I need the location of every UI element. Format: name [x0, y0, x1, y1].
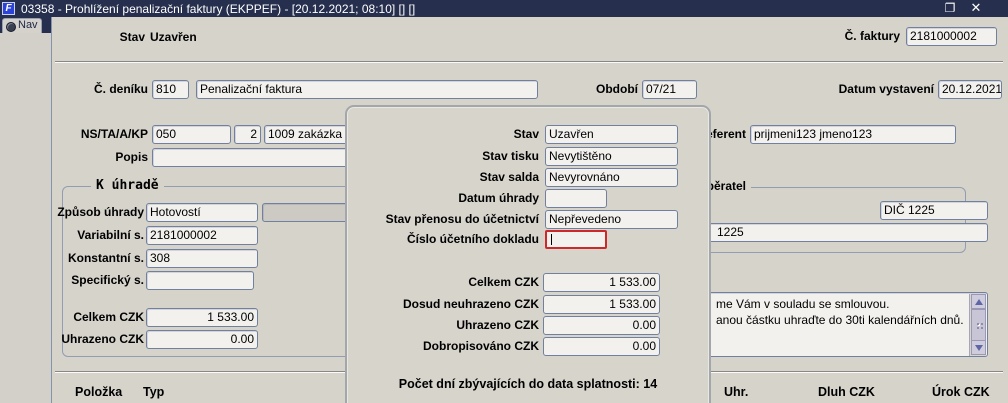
scrollbar-thumb[interactable] [971, 309, 986, 341]
note-line-2: anou částku uhraďte do 30ti kalendářních… [716, 313, 964, 327]
dialog-cislo-dokladu-field[interactable] [545, 230, 607, 249]
dialog-days-remaining-note: Počet dní zbývajících do data splatnosti… [398, 377, 658, 391]
obdobi-field[interactable]: 07/21 [642, 80, 697, 99]
tab-nav[interactable]: Nav [2, 18, 42, 33]
scroll-up-icon[interactable] [971, 294, 986, 309]
celkem-field[interactable]: 1 533.00 [146, 308, 258, 327]
app-window: F 03358 - Prohlížení penalizační faktury… [0, 0, 1008, 403]
dialog-uhrazeno-label: Uhrazeno CZK [456, 318, 539, 332]
app-icon: F [2, 2, 15, 15]
restore-window-icon[interactable]: ❐ [940, 0, 960, 17]
datum-vystaveni-field[interactable]: 20.12.2021 [938, 80, 1002, 99]
zpusob-uhrady-field-2[interactable] [262, 203, 350, 222]
obdobi-label: Období [596, 82, 638, 96]
dic-field[interactable]: DIČ 1225 [880, 201, 988, 220]
celkem-label: Celkem CZK [73, 310, 144, 324]
konstantni-label: Konstantní s. [67, 251, 144, 265]
scroll-down-icon[interactable] [971, 340, 986, 355]
dialog-uhrazeno-field[interactable]: 0.00 [543, 316, 660, 335]
col-header-polozka: Položka [75, 385, 123, 399]
text-caret [551, 234, 552, 246]
k-uhrade-legend: K úhradě [91, 178, 164, 193]
dialog-stav-tisku-label: Stav tisku [482, 149, 539, 163]
dialog-dobropisovano-label: Dobropisováno CZK [423, 339, 539, 353]
datum-vystaveni-label: Datum vystavení [838, 82, 934, 96]
ns-field-1[interactable]: 050 [152, 125, 231, 144]
c-deniku-label: Č. deníku [93, 82, 148, 96]
status-dialog: Stav Uzavřen Stav tisku Nevytištěno Stav… [345, 105, 711, 403]
dialog-stav-salda-field[interactable]: Nevyrovnáno [545, 168, 678, 187]
note-line-1: me Vám v souladu se smlouvou. [716, 297, 890, 311]
stav-label: Stav [119, 30, 145, 44]
dialog-datum-uhrady-label: Datum úhrady [458, 191, 539, 205]
dialog-cislo-dokladu-label: Číslo účetního dokladu [406, 232, 539, 246]
c-deniku-field[interactable]: 810 [152, 80, 189, 99]
nav-radio-icon [6, 22, 16, 32]
uhrazeno-field[interactable]: 0.00 [146, 330, 258, 349]
dialog-stav-tisku-field[interactable]: Nevytištěno [545, 147, 678, 166]
specificky-label: Specifický s. [71, 273, 144, 287]
note-text: me Vám v souladu se smlouvou. anou částk… [716, 296, 964, 328]
dialog-dosud-neuhrazeno-field[interactable]: 1 533.00 [543, 295, 660, 314]
col-header-urok: Úrok CZK [932, 385, 990, 399]
uhrazeno-label: Uhrazeno CZK [61, 332, 144, 346]
top-separator [55, 61, 1003, 63]
dialog-dosud-neuhrazeno-label: Dosud neuhrazeno CZK [402, 297, 539, 311]
col-header-dluh: Dluh CZK [818, 385, 875, 399]
variabilni-label: Variabilní s. [77, 228, 144, 242]
dialog-stav-label: Stav [513, 127, 539, 141]
konstantni-field[interactable]: 308 [146, 249, 258, 268]
referent-field[interactable]: prijmeni123 jmeno123 [750, 125, 956, 144]
close-window-icon[interactable]: ✕ [966, 0, 986, 17]
dialog-stav-field[interactable]: Uzavřen [545, 125, 678, 144]
zpusob-uhrady-field[interactable]: Hotovostí [146, 203, 258, 222]
popis-label: Popis [115, 150, 148, 164]
col-header-typ: Typ [143, 385, 165, 399]
nav-tab-label: Nav [18, 19, 38, 31]
c-faktury-field[interactable]: 2181000002 [906, 27, 997, 46]
zpusob-uhrady-label: Způsob úhrady [57, 205, 144, 219]
title-bar[interactable]: F 03358 - Prohlížení penalizační faktury… [0, 0, 1008, 17]
dialog-celkem-label: Celkem CZK [468, 275, 539, 289]
dialog-stav-prenosu-field[interactable]: Nepřevedeno [545, 210, 678, 229]
variabilni-field[interactable]: 2181000002 [146, 226, 258, 245]
dialog-stav-prenosu-label: Stav přenosu do účetnictví [385, 212, 539, 226]
c-deniku-name-field[interactable]: Penalizační faktura [196, 80, 538, 99]
stav-value: Uzavřen [150, 30, 197, 44]
dialog-celkem-field[interactable]: 1 533.00 [543, 273, 660, 292]
dialog-datum-uhrady-field[interactable] [545, 189, 607, 208]
note-scrollbar[interactable] [969, 294, 986, 356]
dialog-dobropisovano-field[interactable]: 0.00 [543, 337, 660, 356]
c-faktury-label: Č. faktury [844, 29, 900, 43]
specificky-field[interactable] [146, 271, 254, 290]
ns-label: NS/TA/A/KP [80, 127, 148, 141]
window-title: 03358 - Prohlížení penalizační faktury (… [21, 2, 416, 16]
ns-field-2[interactable]: 2 [234, 125, 261, 144]
col-header-uhr: Uhr. [724, 385, 749, 399]
dialog-stav-salda-label: Stav salda [479, 170, 539, 184]
